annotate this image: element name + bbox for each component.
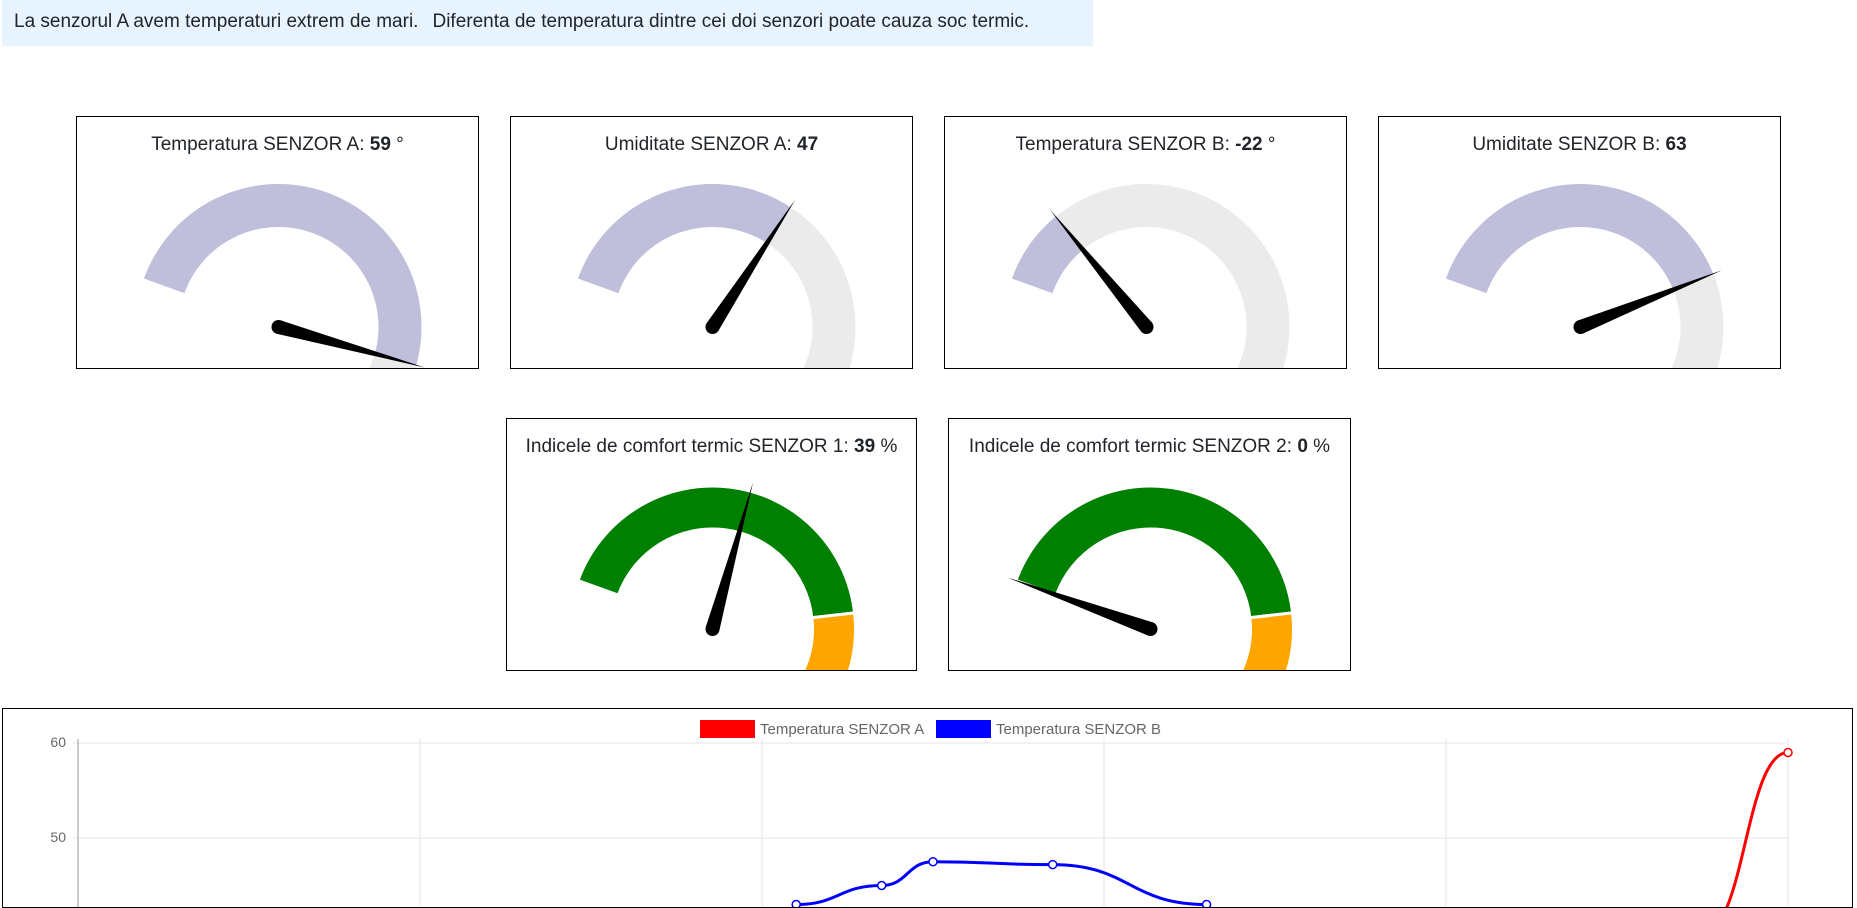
data-point <box>792 901 800 908</box>
data-point <box>878 882 886 890</box>
temperature-chart: 60 50 Temperatura SENZOR A Temperatura SENZ… <box>2 708 1853 908</box>
gauge-fill <box>578 184 790 293</box>
series-line <box>796 862 1206 905</box>
gauge-band <box>1240 613 1293 671</box>
humidity-gauge <box>511 117 913 369</box>
gauge-needle-hub <box>706 622 720 636</box>
humidity-gauge <box>1379 117 1781 369</box>
temperature-gauge <box>77 117 479 369</box>
gauge-needle-hub <box>706 320 720 334</box>
gauge-needle-hub <box>272 320 286 334</box>
data-point <box>929 858 937 866</box>
legend-label: Temperatura SENZOR A <box>760 721 924 738</box>
gauge-band <box>802 613 855 671</box>
gauge-needle-hub <box>1140 320 1154 334</box>
gauge-card-temp-a: Temperatura SENZOR A: 59 ° <box>76 116 479 369</box>
gauge-card-hum-b: Umiditate SENZOR B: 63 <box>1378 116 1781 369</box>
comfort-gauge <box>949 419 1351 671</box>
series-line <box>1703 753 1789 908</box>
gauge-needle-hub <box>1574 320 1588 334</box>
temperature-gauge <box>945 117 1347 369</box>
line-chart-svg: 60 50 Temperatura SENZOR A Temperatura SENZ… <box>3 709 1853 908</box>
legend-swatch <box>936 720 991 738</box>
data-point <box>1784 749 1792 757</box>
gauge-card-hum-a: Umiditate SENZOR A: 47 <box>510 116 913 369</box>
gauge-fill <box>144 184 422 365</box>
y-tick-label: 50 <box>50 829 66 845</box>
comfort-card-2: Indicele de comfort termic SENZOR 2: 0 % <box>948 418 1351 671</box>
comfort-card-1: Indicele de comfort termic SENZOR 1: 39 … <box>506 418 917 671</box>
legend-label: Temperatura SENZOR B <box>996 721 1161 738</box>
alert-banner: La senzorul A avem temperaturi extrem de… <box>2 0 1093 46</box>
alert-message-b: Diferenta de temperatura dintre cei doi … <box>432 11 1029 32</box>
gauge-needle-hub <box>1144 622 1158 636</box>
gauge-fill <box>1446 184 1713 293</box>
data-point <box>1203 901 1211 908</box>
gauge-needle <box>1007 578 1152 636</box>
y-tick-label: 60 <box>50 734 66 750</box>
data-point <box>1049 861 1057 869</box>
alert-message-a: La senzorul A avem temperaturi extrem de… <box>14 11 418 32</box>
legend-swatch <box>700 720 755 738</box>
comfort-gauge <box>507 419 917 671</box>
gauge-card-temp-b: Temperatura SENZOR B: -22 ° <box>944 116 1347 369</box>
